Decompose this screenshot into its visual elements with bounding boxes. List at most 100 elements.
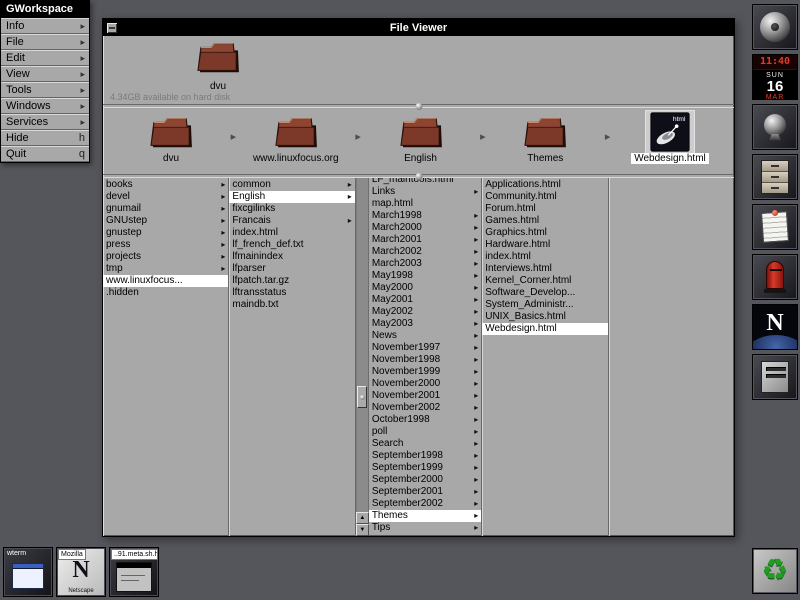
miniaturize-button[interactable] bbox=[106, 22, 118, 34]
list-item[interactable]: projects▸ bbox=[103, 251, 228, 263]
dock-tile-mail-postbox[interactable] bbox=[752, 254, 798, 300]
list-item[interactable]: lfparser bbox=[229, 263, 354, 275]
list-item[interactable]: fixcgilinks bbox=[229, 203, 354, 215]
list-item[interactable]: lfpatch.tar.gz bbox=[229, 275, 354, 287]
shelf-item-dvu[interactable]: dvu bbox=[121, 111, 221, 164]
list-item[interactable]: books▸ bbox=[103, 179, 228, 191]
dock-tile-notepad[interactable] bbox=[752, 204, 798, 250]
list-item[interactable]: LF_maintools.html bbox=[369, 178, 481, 186]
window-titlebar[interactable]: File Viewer bbox=[103, 19, 734, 36]
list-item[interactable]: UNIX_Basics.html bbox=[482, 311, 607, 323]
list-item[interactable]: November1999▸ bbox=[369, 366, 481, 378]
list-item[interactable]: September2001▸ bbox=[369, 486, 481, 498]
dock-tile-gworkspace-disc[interactable] bbox=[752, 4, 798, 50]
list-item[interactable]: Interviews.html bbox=[482, 263, 607, 275]
list-item[interactable]: Graphics.html bbox=[482, 227, 607, 239]
shelf-item-webdesign-html[interactable]: htmlWebdesign.html bbox=[620, 111, 720, 164]
divider-dimple-icon[interactable] bbox=[415, 103, 422, 110]
list-item[interactable]: May2003▸ bbox=[369, 318, 481, 330]
list-item[interactable]: November2001▸ bbox=[369, 390, 481, 402]
list-item[interactable]: System_Administr... bbox=[482, 299, 607, 311]
menu-item-view[interactable]: View▸ bbox=[1, 66, 89, 82]
list-item[interactable]: Webdesign.html bbox=[482, 323, 607, 335]
list-item[interactable]: May2002▸ bbox=[369, 306, 481, 318]
menu-title[interactable]: GWorkspace bbox=[1, 1, 89, 18]
list-item[interactable]: September1998▸ bbox=[369, 450, 481, 462]
list-item[interactable]: November1998▸ bbox=[369, 354, 481, 366]
dock-tile-recycler[interactable]: ♻ bbox=[752, 548, 798, 594]
shelf-item-english[interactable]: English bbox=[371, 111, 471, 164]
list-item[interactable]: March2000▸ bbox=[369, 222, 481, 234]
list-item[interactable]: Software_Develop... bbox=[482, 287, 607, 299]
menu-item-file[interactable]: File▸ bbox=[1, 34, 89, 50]
list-item[interactable]: September2002▸ bbox=[369, 498, 481, 510]
list-item[interactable]: September2000▸ bbox=[369, 474, 481, 486]
list-item[interactable]: GNUstep▸ bbox=[103, 215, 228, 227]
root-folder[interactable]: dvu bbox=[191, 38, 245, 92]
list-item[interactable]: November2000▸ bbox=[369, 378, 481, 390]
menu-item-quit[interactable]: Quitq bbox=[1, 146, 89, 162]
list-item[interactable]: Tips▸ bbox=[369, 522, 481, 534]
menu-item-edit[interactable]: Edit▸ bbox=[1, 50, 89, 66]
dock-tile-clock[interactable]: 11:40SUN16MAR bbox=[752, 54, 798, 100]
list-item[interactable]: Community.html bbox=[482, 191, 607, 203]
list-item[interactable]: poll▸ bbox=[369, 426, 481, 438]
list-item[interactable]: Links▸ bbox=[369, 186, 481, 198]
list-item[interactable]: lf_french_def.txt bbox=[229, 239, 354, 251]
scroll-down-button[interactable]: ▼ bbox=[356, 524, 369, 536]
dock-tile-netscape[interactable]: N bbox=[752, 304, 798, 350]
list-item[interactable]: index.html bbox=[482, 251, 607, 263]
list-item[interactable]: lftransstatus bbox=[229, 287, 354, 299]
list-item[interactable]: www.linuxfocus... bbox=[103, 275, 228, 287]
list-item[interactable]: Themes▸ bbox=[369, 510, 481, 522]
miniwindow-wterm[interactable]: wterm bbox=[3, 547, 53, 597]
miniwindow-mozilla[interactable]: MozillaNNetscape bbox=[56, 547, 106, 597]
list-item[interactable]: May2001▸ bbox=[369, 294, 481, 306]
list-item[interactable]: November1997▸ bbox=[369, 342, 481, 354]
miniwindow-91-meta-sh-html[interactable]: ..91.meta.sh.html bbox=[109, 547, 159, 597]
list-item[interactable]: March1998▸ bbox=[369, 210, 481, 222]
scroll-up-button[interactable]: ▲ bbox=[356, 512, 369, 524]
list-item[interactable]: May1998▸ bbox=[369, 270, 481, 282]
list-item[interactable]: lfmainindex bbox=[229, 251, 354, 263]
list-item[interactable]: Search▸ bbox=[369, 438, 481, 450]
list-item[interactable]: October1998▸ bbox=[369, 414, 481, 426]
list-item[interactable]: News▸ bbox=[369, 330, 481, 342]
list-item[interactable]: gnustep▸ bbox=[103, 227, 228, 239]
list-item[interactable]: English▸ bbox=[229, 191, 354, 203]
list-item[interactable]: Hardware.html bbox=[482, 239, 607, 251]
list-item[interactable]: Kernel_Corner.html bbox=[482, 275, 607, 287]
list-item[interactable]: map.html bbox=[369, 198, 481, 210]
menu-item-windows[interactable]: Windows▸ bbox=[1, 98, 89, 114]
dock-tile-file-cabinet[interactable] bbox=[752, 154, 798, 200]
list-item[interactable]: Francais▸ bbox=[229, 215, 354, 227]
menu-item-hide[interactable]: Hideh bbox=[1, 130, 89, 146]
dock-tile-server-box[interactable] bbox=[752, 354, 798, 400]
list-item[interactable]: Games.html bbox=[482, 215, 607, 227]
dock-tile-satellite-dish[interactable] bbox=[752, 104, 798, 150]
list-item[interactable]: Forum.html bbox=[482, 203, 607, 215]
list-item[interactable]: Applications.html bbox=[482, 179, 607, 191]
list-item[interactable]: maindb.txt bbox=[229, 299, 354, 311]
divider-dimple-icon[interactable] bbox=[415, 173, 422, 180]
shelf-item-www-linuxfocus-org[interactable]: www.linuxfocus.org bbox=[246, 111, 346, 164]
list-item[interactable]: gnumail▸ bbox=[103, 203, 228, 215]
list-item[interactable]: press▸ bbox=[103, 239, 228, 251]
list-item[interactable]: tmp▸ bbox=[103, 263, 228, 275]
list-item[interactable]: May2000▸ bbox=[369, 282, 481, 294]
scrollbar-knob[interactable] bbox=[357, 386, 367, 408]
list-item[interactable]: .hidden bbox=[103, 287, 228, 299]
column-scrollbar[interactable]: ▲▼ bbox=[356, 178, 369, 536]
list-item[interactable]: March2001▸ bbox=[369, 234, 481, 246]
list-item[interactable]: March2003▸ bbox=[369, 258, 481, 270]
menu-item-tools[interactable]: Tools▸ bbox=[1, 82, 89, 98]
list-item[interactable]: index.html bbox=[229, 227, 354, 239]
list-item[interactable]: common▸ bbox=[229, 179, 354, 191]
list-item[interactable]: November2002▸ bbox=[369, 402, 481, 414]
list-item[interactable]: devel▸ bbox=[103, 191, 228, 203]
menu-item-services[interactable]: Services▸ bbox=[1, 114, 89, 130]
list-item[interactable]: September1999▸ bbox=[369, 462, 481, 474]
list-item[interactable]: March2002▸ bbox=[369, 246, 481, 258]
shelf-item-themes[interactable]: Themes bbox=[495, 111, 595, 164]
menu-item-info[interactable]: Info▸ bbox=[1, 18, 89, 34]
